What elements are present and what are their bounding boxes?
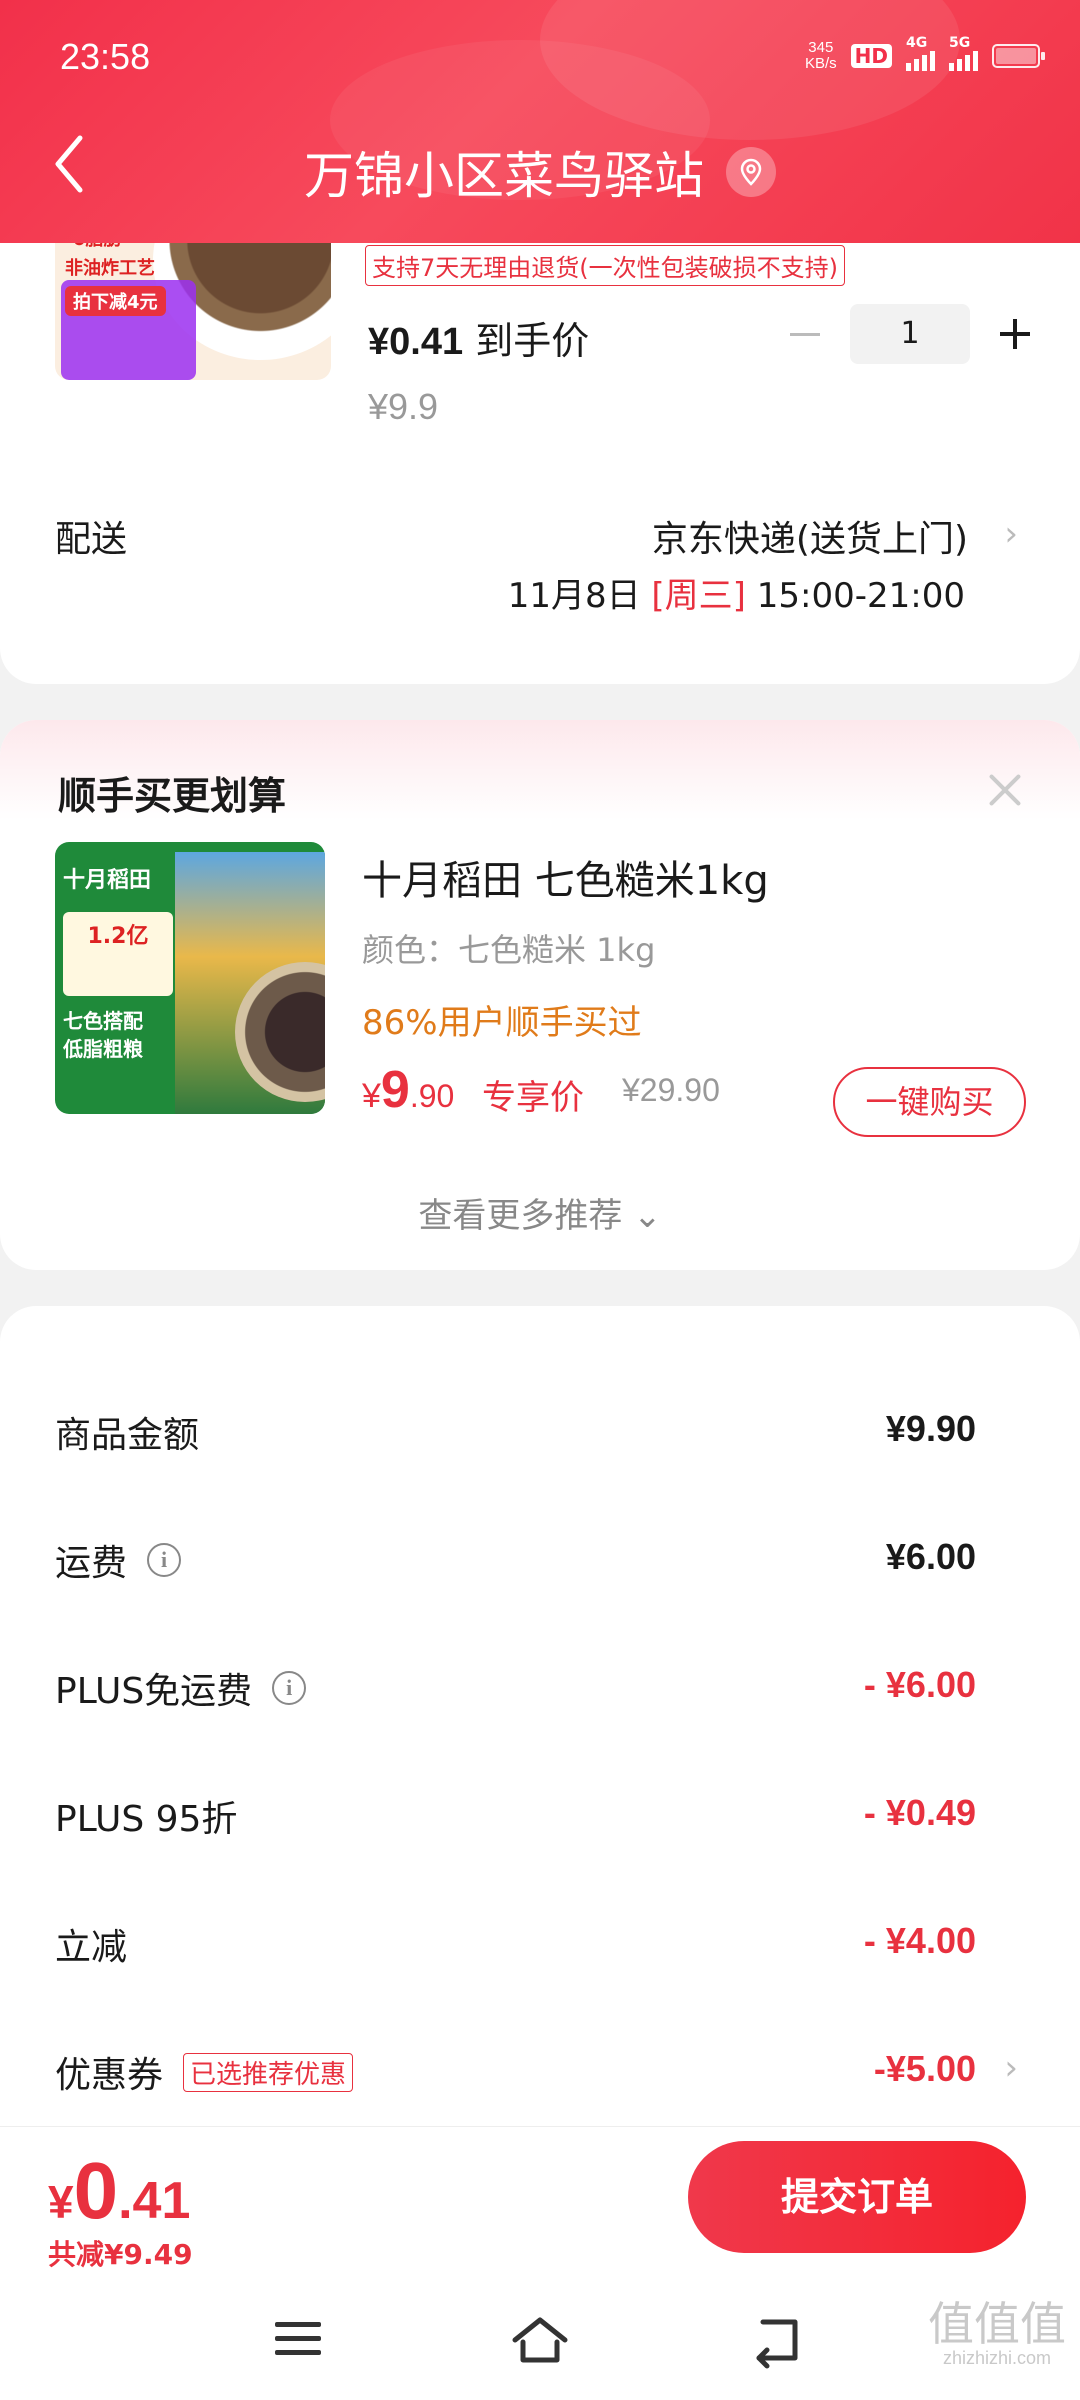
price-decimal: .90 [409,1078,455,1114]
total-integer: 0 [73,2146,119,2235]
address-selector[interactable]: 万锦小区菜鸟驿站 [304,136,776,208]
net-speed-value: 345 [808,39,834,56]
recommended-original-price: ¥29.90 [622,1072,720,1108]
shipping-weekday: [周三] [651,576,746,616]
quantity-stepper: 1 [780,304,1040,364]
image-text: 七色搭配 低脂粗粮 [63,1007,143,1063]
quantity-input[interactable]: 1 [850,304,970,364]
exclusive-price-label: 专享价 [482,1078,584,1118]
header: 23:58 345 KB/s HD 4G 5G 万锦小区菜鸟驿站 [0,0,1080,243]
summary-label: PLUS免运费 [55,1671,253,1712]
info-icon[interactable]: i [147,1543,182,1577]
recommended-product-spec: 颜色：七色糙米 1kg [362,931,656,969]
summary-label: PLUS 95折 [55,1799,238,1840]
chevron-right-icon[interactable]: › [1004,2048,1018,2088]
summary-value: - ¥4.00 [863,1920,976,1961]
summary-value: - ¥6.00 [863,1664,976,1705]
back-nav-icon[interactable] [745,2310,815,2370]
shipping-time-window: 15:00-21:00 [756,576,965,616]
checkout-page: 23:58 345 KB/s HD 4G 5G 万锦小区菜鸟驿站 非油炸工艺 拍… [0,0,1080,2400]
signal-5g-icon: 5G [949,35,978,71]
recommendation-title: 顺手买更划算 [58,774,287,818]
net-speed-unit: KB/s [804,55,837,72]
summary-row-plus-free-shipping: PLUS免运费 i - ¥6.00 [0,1662,1080,1722]
watermark: 值值值 zhizhizhi.com [928,2300,1066,2368]
checkout-bar: ¥0.41 共减¥9.49 提交订单 [0,2126,1080,2280]
net-speed: 345 KB/s [805,40,837,72]
product-card: 0脂肪 非油炸工艺 拍下减4元 支持7天无理由退货(一次性包装破损不支持) ¥0… [0,200,1080,684]
total-currency: ¥ [48,2176,74,2228]
summary-label: 优惠券 [55,2055,164,2096]
total-price: ¥0.41 [48,2145,190,2237]
summary-row-shipping-fee: 运费 i ¥6.00 [0,1534,1080,1594]
summary-row-goods-amount: 商品金额 ¥9.90 [0,1406,1080,1466]
system-nav-bar [0,2280,1080,2400]
summary-value: - ¥0.49 [863,1792,976,1833]
shipping-time: 11月8日 [周三] 15:00-21:00 [508,568,965,617]
image-text: 十月稻田 [63,868,152,893]
return-policy-badge: 支持7天无理由退货(一次性包装破损不支持) [365,245,845,286]
recommendation-card: 顺手买更划算 十月稻田 1.2亿 七色搭配 低脂粗粮 十月稻田 七色糙米1kg … [0,720,1080,1270]
menu-icon[interactable] [265,2310,335,2370]
status-time: 23:58 [60,36,151,77]
original-price: ¥9.9 [368,386,439,427]
chevron-right-icon[interactable]: › [1004,514,1018,554]
price-summary-card: 商品金额 ¥9.90 运费 i ¥6.00 PLUS免运费 i - ¥6.00 PL… [0,1306,1080,2136]
close-icon[interactable] [980,765,1030,815]
summary-value: ¥6.00 [885,1536,976,1577]
increase-quantity-button[interactable] [990,309,1040,359]
product-thumbnail[interactable]: 0脂肪 非油炸工艺 拍下减4元 [55,220,331,380]
social-proof-text: 86%用户顺手买过 [362,1003,642,1043]
summary-row-plus-discount: PLUS 95折 - ¥0.49 [0,1790,1080,1850]
total-saved: 共减¥9.49 [48,2238,193,2271]
image-text: 1.2亿 [63,912,173,996]
price-currency: ¥ [362,1077,381,1115]
recommended-product-name[interactable]: 十月稻田 七色糙米1kg [362,848,769,906]
net-5g-label: 5G [949,35,971,51]
battery-icon [992,44,1045,68]
thumb-tag: 非油炸工艺 [65,258,155,279]
summary-row-instant-discount: 立减 - ¥4.00 [0,1918,1080,1978]
page-title-bar: 万锦小区菜鸟驿站 [0,136,1080,208]
page-title: 万锦小区菜鸟驿站 [304,147,704,205]
deal-price-label: 到手价 [475,319,590,363]
watermark-text: 值值值 [928,2297,1066,2351]
total-decimal: .41 [118,2172,191,2230]
summary-label: 商品金额 [55,1415,200,1456]
shipping-date: 11月8日 [507,576,641,616]
summary-value: -¥5.00 [873,2048,976,2089]
recommended-product-image[interactable]: 十月稻田 1.2亿 七色搭配 低脂粗粮 [55,842,325,1114]
submit-order-button[interactable]: 提交订单 [688,2141,1026,2253]
deal-price-value: ¥0.41 [368,321,464,363]
summary-label: 运费 [55,1543,128,1584]
home-icon[interactable] [505,2310,575,2370]
info-icon[interactable]: i [272,1671,307,1705]
thumb-tag: 拍下减4元 [65,286,166,316]
more-recommendations-link[interactable]: 查看更多推荐 ⌄ [0,1188,1080,1237]
decrease-quantity-button[interactable] [780,309,830,359]
coupon-badge: 已选推荐优惠 [183,2052,354,2092]
hd-icon: HD [850,44,892,68]
signal-4g-icon: 4G [906,35,935,71]
image-text-line: 七色搭配 [63,1009,143,1033]
image-text-line: 低脂粗粮 [63,1037,143,1061]
status-icons: 345 KB/s HD 4G 5G [805,35,1045,72]
one-click-buy-button[interactable]: 一键购买 [833,1067,1026,1137]
summary-label: 立减 [55,1927,128,1968]
watermark-url: zhizhizhi.com [942,2348,1052,2368]
summary-value: ¥9.90 [885,1408,976,1449]
price-integer: 9 [380,1061,410,1119]
summary-row-coupon[interactable]: 优惠券 已选推荐优惠 -¥5.00 › [0,2046,1080,2106]
location-pin-icon [726,147,776,197]
recommended-price: ¥9.90 [362,1060,454,1120]
shipping-carrier[interactable]: 京东快递(送货上门) [652,510,968,562]
shipping-label: 配送 [55,519,128,560]
deal-price: ¥0.41 到手价 [368,310,589,365]
net-4g-label: 4G [906,35,928,51]
